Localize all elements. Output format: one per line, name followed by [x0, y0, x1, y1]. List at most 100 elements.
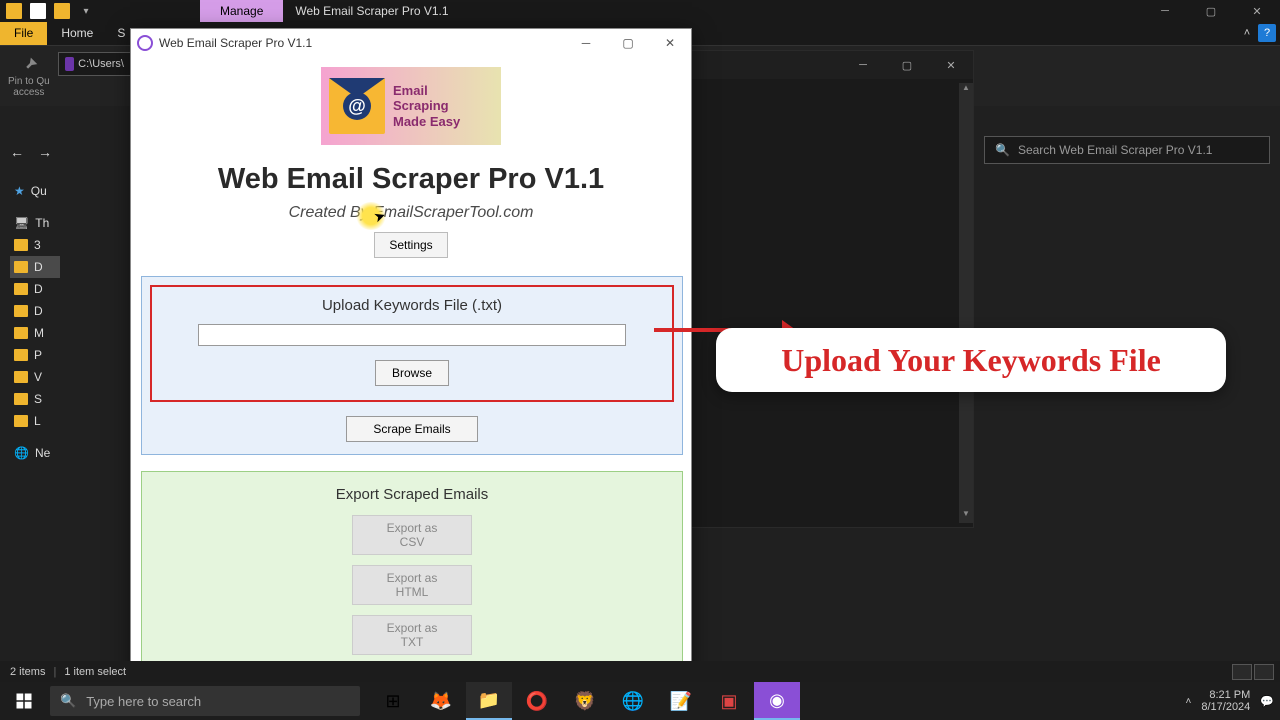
sidebar-label: D: [34, 304, 43, 318]
scrollbar[interactable]: ▲ ▼: [959, 83, 973, 523]
sidebar-label: Qu: [31, 184, 47, 198]
upload-panel: Upload Keywords File (.txt) Browse Scrap…: [141, 276, 683, 455]
sidebar-label: Ne: [35, 446, 50, 460]
bg-maximize-button[interactable]: ▢: [885, 51, 929, 79]
pc-icon: 🖥: [14, 216, 29, 230]
brand-banner: @ Email Scraping Made Easy: [321, 67, 501, 145]
sidebar-label: P: [34, 348, 42, 362]
sidebar-item[interactable]: V: [10, 366, 60, 388]
checkbox-icon[interactable]: [30, 3, 46, 19]
export-html-button[interactable]: Export as HTML: [352, 565, 472, 605]
app-icon: [137, 35, 153, 51]
windows-icon: [15, 692, 33, 710]
pin-quick-access-button[interactable]: Pin to Qu access: [8, 54, 50, 98]
export-panel: Export Scraped Emails Export as CSV Expo…: [141, 471, 683, 682]
titlebar-folder-icon: [54, 3, 70, 19]
taskbar-opera-icon[interactable]: ⭕: [514, 682, 560, 720]
taskbar-search-input[interactable]: 🔍 Type here to search: [50, 686, 360, 716]
address-bar[interactable]: C:\Users\: [58, 52, 131, 76]
ribbon-tab-manage[interactable]: Manage: [200, 0, 283, 22]
tray-time: 8:21 PM: [1201, 689, 1250, 701]
taskbar-chrome-icon[interactable]: 🌐: [610, 682, 656, 720]
taskbar-app-icon[interactable]: ▣: [706, 682, 752, 720]
sidebar-quick-access[interactable]: ★ Qu: [10, 180, 60, 202]
taskbar: 🔍 Type here to search ⊞ 🦊 📁 ⭕ 🦁 🌐 📝 ▣ ◉ …: [0, 682, 1280, 720]
app-window: Web Email Scraper Pro V1.1 ─ ▢ ✕ @ Email…: [130, 28, 692, 684]
search-icon: 🔍: [995, 143, 1010, 157]
sidebar-label: S: [34, 392, 42, 406]
app-close-button[interactable]: ✕: [649, 29, 691, 57]
search-placeholder: Type here to search: [86, 694, 201, 709]
pin-label-1: Pin to Qu: [8, 76, 50, 87]
folder-icon: [14, 239, 28, 251]
sidebar-item[interactable]: D: [10, 300, 60, 322]
settings-button[interactable]: Settings: [374, 232, 447, 258]
explorer-sidebar: ★ Qu 🖥Th 3 D D D M P V S L 🌐 Ne: [10, 180, 60, 464]
app-maximize-button[interactable]: ▢: [607, 29, 649, 57]
taskbar-scraper-icon[interactable]: ◉: [754, 682, 800, 720]
bg-minimize-button[interactable]: ─: [841, 51, 885, 79]
brand-text: Scraping: [393, 98, 460, 114]
export-label: Export Scraped Emails: [154, 486, 670, 503]
export-txt-button[interactable]: Export as TXT: [352, 615, 472, 655]
taskbar-firefox-icon[interactable]: 🦊: [418, 682, 464, 720]
explorer-search-input[interactable]: 🔍 Search Web Email Scraper Pro V1.1: [984, 136, 1270, 164]
sidebar-item[interactable]: M: [10, 322, 60, 344]
sidebar-label: V: [34, 370, 42, 384]
tray-date: 8/17/2024: [1201, 701, 1250, 713]
bg-close-button[interactable]: ✕: [929, 51, 973, 79]
app-minimize-button[interactable]: ─: [565, 29, 607, 57]
task-view-button[interactable]: ⊞: [370, 682, 416, 720]
keywords-file-input[interactable]: [198, 324, 626, 346]
sidebar-this-pc[interactable]: 🖥Th: [10, 212, 60, 234]
taskbar-explorer-icon[interactable]: 📁: [466, 682, 512, 720]
sidebar-label: D: [34, 260, 43, 274]
sidebar-item[interactable]: D: [10, 278, 60, 300]
sidebar-label: D: [34, 282, 43, 296]
explorer-maximize-button[interactable]: ▢: [1188, 0, 1234, 22]
explorer-title: Web Email Scraper Pro V1.1: [283, 0, 468, 22]
annotation-callout: Upload Your Keywords File: [716, 328, 1226, 392]
address-text: C:\Users\: [78, 58, 124, 70]
nav-forward-button[interactable]: →: [38, 144, 52, 160]
export-csv-button[interactable]: Export as CSV: [352, 515, 472, 555]
explorer-minimize-button[interactable]: ─: [1142, 0, 1188, 22]
sidebar-item[interactable]: S: [10, 388, 60, 410]
sidebar-item[interactable]: D: [10, 256, 60, 278]
folder-icon: [14, 415, 28, 427]
view-large-button[interactable]: [1254, 664, 1274, 680]
sidebar-label: M: [34, 326, 44, 340]
view-details-button[interactable]: [1232, 664, 1252, 680]
network-icon: 🌐: [14, 446, 29, 460]
sidebar-item[interactable]: P: [10, 344, 60, 366]
scrape-emails-button[interactable]: Scrape Emails: [346, 416, 477, 442]
folder-icon: [14, 261, 28, 273]
taskbar-brave-icon[interactable]: 🦁: [562, 682, 608, 720]
page-subtitle: Created By EmailScraperTool.com: [141, 204, 681, 222]
browse-button[interactable]: Browse: [375, 360, 449, 386]
system-tray: ˄ 8:21 PM 8/17/2024 💬: [1186, 682, 1280, 720]
ribbon-home-tab[interactable]: Home: [47, 22, 107, 45]
status-selected-count: 1 item select: [64, 666, 126, 678]
ribbon-file-tab[interactable]: File: [0, 22, 47, 45]
ribbon-collapse-icon[interactable]: ˄: [1238, 24, 1256, 42]
sidebar-network[interactable]: 🌐 Ne: [10, 442, 60, 464]
status-bar: 2 items | 1 item select: [0, 661, 1280, 683]
sidebar-label: 3: [34, 238, 41, 252]
start-button[interactable]: [0, 682, 48, 720]
star-icon: ★: [14, 184, 25, 198]
notification-icon[interactable]: 💬: [1260, 695, 1274, 708]
scroll-down-icon[interactable]: ▼: [959, 509, 973, 523]
pin-icon: [18, 54, 40, 76]
scroll-up-icon[interactable]: ▲: [959, 83, 973, 97]
sidebar-item[interactable]: 3: [10, 234, 60, 256]
explorer-close-button[interactable]: ✕: [1234, 0, 1280, 22]
down-icon[interactable]: ▾: [78, 3, 94, 19]
nav-back-button[interactable]: ←: [10, 144, 24, 160]
sidebar-item[interactable]: L: [10, 410, 60, 432]
help-icon[interactable]: ?: [1258, 24, 1276, 42]
status-separator: |: [53, 666, 56, 678]
tray-overflow-icon[interactable]: ˄: [1186, 696, 1192, 707]
taskbar-notepad-icon[interactable]: 📝: [658, 682, 704, 720]
folder-icon: [14, 393, 28, 405]
